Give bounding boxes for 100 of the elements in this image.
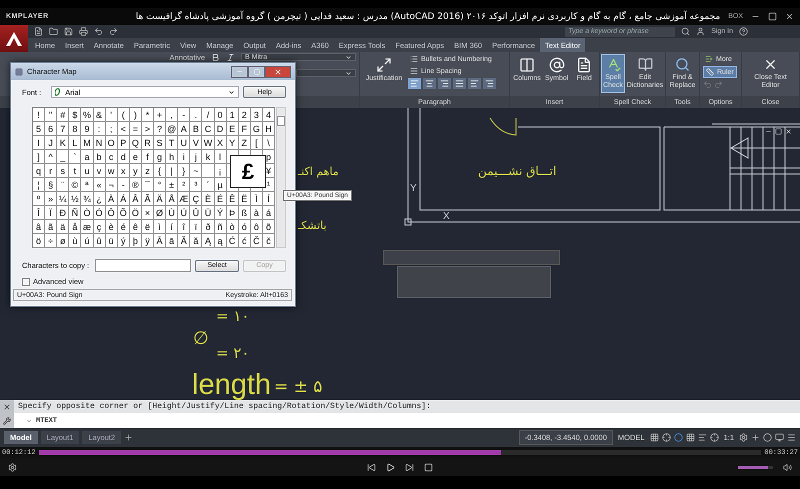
skip-forward-icon[interactable] bbox=[405, 462, 414, 472]
character-cell[interactable]: c bbox=[106, 150, 118, 164]
character-cell[interactable]: / bbox=[202, 108, 214, 122]
character-cell[interactable]: S bbox=[154, 136, 166, 150]
character-cell[interactable]: ÷ bbox=[45, 234, 58, 248]
character-cell[interactable]: õ bbox=[262, 220, 275, 234]
redo-icon[interactable] bbox=[109, 27, 118, 36]
character-cell[interactable]: Ë bbox=[238, 192, 251, 206]
character-cell[interactable]: è bbox=[106, 220, 118, 234]
character-cell[interactable]: - bbox=[118, 178, 130, 192]
character-cell[interactable]: 1 bbox=[226, 108, 239, 122]
folder-icon[interactable] bbox=[49, 27, 58, 36]
character-cell[interactable]: Ý bbox=[214, 206, 227, 220]
character-cell[interactable]: 0 bbox=[214, 108, 227, 122]
character-cell[interactable]: ý bbox=[118, 234, 130, 248]
character-cell[interactable]: P bbox=[118, 136, 130, 150]
character-cell[interactable]: - bbox=[178, 108, 190, 122]
character-cell[interactable]: K bbox=[57, 136, 70, 150]
character-cell[interactable]: à bbox=[250, 206, 263, 220]
character-cell[interactable]: í bbox=[166, 220, 178, 234]
character-cell[interactable]: z bbox=[142, 164, 154, 178]
character-cell[interactable]: é bbox=[118, 220, 130, 234]
character-cell[interactable]: Ó bbox=[94, 206, 106, 220]
color-dropdown[interactable] bbox=[296, 69, 356, 77]
character-cell[interactable]: © bbox=[69, 178, 82, 192]
character-cell[interactable]: F bbox=[238, 122, 251, 136]
settings-icon[interactable] bbox=[8, 462, 17, 472]
character-cell[interactable]: E bbox=[226, 122, 239, 136]
character-cell[interactable]: Å bbox=[166, 192, 178, 206]
minimize-button[interactable] bbox=[231, 66, 248, 78]
character-cell[interactable]: i bbox=[178, 150, 190, 164]
crosshair-icon[interactable] bbox=[662, 433, 671, 442]
new-file-icon[interactable] bbox=[34, 27, 43, 36]
character-cell[interactable]: Î bbox=[33, 206, 46, 220]
print-icon[interactable] bbox=[79, 27, 88, 36]
character-cell[interactable]: ć bbox=[238, 234, 251, 248]
character-cell[interactable]: ) bbox=[130, 108, 142, 122]
character-cell[interactable]: ă bbox=[190, 234, 202, 248]
plus-icon[interactable] bbox=[124, 433, 134, 442]
character-cell[interactable]: e bbox=[130, 150, 142, 164]
skip-back-icon[interactable] bbox=[367, 462, 376, 472]
play-icon[interactable] bbox=[386, 462, 395, 472]
character-cell[interactable]: Ï bbox=[45, 206, 58, 220]
character-cell[interactable]: 4 bbox=[262, 108, 275, 122]
maximize-button[interactable] bbox=[248, 66, 265, 78]
character-cell[interactable]: ² bbox=[178, 178, 190, 192]
character-cell[interactable]: G bbox=[250, 122, 263, 136]
align-button[interactable] bbox=[453, 78, 466, 89]
minimize-icon[interactable] bbox=[765, 128, 772, 135]
align-button[interactable] bbox=[408, 78, 421, 89]
character-cell[interactable]: ß bbox=[238, 206, 251, 220]
character-cell[interactable]: b bbox=[94, 150, 106, 164]
settings-icon[interactable] bbox=[739, 433, 748, 442]
character-cell[interactable]: å bbox=[69, 220, 82, 234]
character-cell[interactable]: : bbox=[94, 122, 106, 136]
character-cell[interactable]: 8 bbox=[69, 122, 82, 136]
character-cell[interactable]: ô bbox=[250, 220, 263, 234]
character-cell[interactable]: Z bbox=[238, 136, 251, 150]
character-cell[interactable]: ù bbox=[69, 234, 82, 248]
character-cell[interactable]: ø bbox=[57, 234, 70, 248]
character-cell[interactable]: Æ bbox=[178, 192, 190, 206]
character-cell[interactable]: ¬ bbox=[106, 178, 118, 192]
character-cell[interactable]: r bbox=[45, 164, 58, 178]
character-cell[interactable]: ¦ bbox=[33, 178, 46, 192]
italic-icon[interactable] bbox=[226, 53, 235, 62]
character-cell[interactable]: × bbox=[142, 206, 154, 220]
progress-track[interactable] bbox=[38, 450, 762, 455]
character-cell[interactable]: B bbox=[190, 122, 202, 136]
character-cell[interactable]: y bbox=[130, 164, 142, 178]
character-cell[interactable]: Ą bbox=[202, 234, 214, 248]
character-cell[interactable]: ¾ bbox=[81, 192, 94, 206]
close-icon[interactable] bbox=[785, 12, 794, 21]
character-cell[interactable]: $ bbox=[69, 108, 82, 122]
character-cell[interactable]: h bbox=[166, 150, 178, 164]
character-cell[interactable]: ç bbox=[94, 220, 106, 234]
character-cell[interactable]: t bbox=[69, 164, 82, 178]
character-cell[interactable]: 6 bbox=[45, 122, 58, 136]
character-cell[interactable]: N bbox=[94, 136, 106, 150]
monitor-icon[interactable] bbox=[775, 433, 784, 442]
character-cell[interactable]: ì bbox=[154, 220, 166, 234]
character-cell[interactable]: » bbox=[45, 192, 58, 206]
character-cell[interactable]: É bbox=[214, 192, 227, 206]
character-cell[interactable]: æ bbox=[81, 220, 94, 234]
grid-icon[interactable] bbox=[686, 433, 695, 442]
character-cell[interactable]: g bbox=[154, 150, 166, 164]
character-cell[interactable]: w bbox=[106, 164, 118, 178]
scrollbar[interactable] bbox=[276, 107, 286, 248]
character-cell[interactable]: ½ bbox=[69, 192, 82, 206]
character-cell[interactable]: ³ bbox=[190, 178, 202, 192]
character-cell[interactable]: L bbox=[69, 136, 82, 150]
character-cell[interactable]: } bbox=[178, 164, 190, 178]
character-cell[interactable]: A bbox=[178, 122, 190, 136]
character-cell[interactable]: @ bbox=[166, 122, 178, 136]
help-icon[interactable] bbox=[739, 27, 748, 36]
character-cell[interactable]: ÿ bbox=[142, 234, 154, 248]
circle-icon[interactable] bbox=[674, 433, 683, 442]
character-cell[interactable]: 9 bbox=[81, 122, 94, 136]
align-left-icon[interactable] bbox=[698, 433, 707, 442]
character-cell[interactable]: ð bbox=[202, 220, 214, 234]
character-cell[interactable]: ¡ bbox=[214, 164, 227, 178]
